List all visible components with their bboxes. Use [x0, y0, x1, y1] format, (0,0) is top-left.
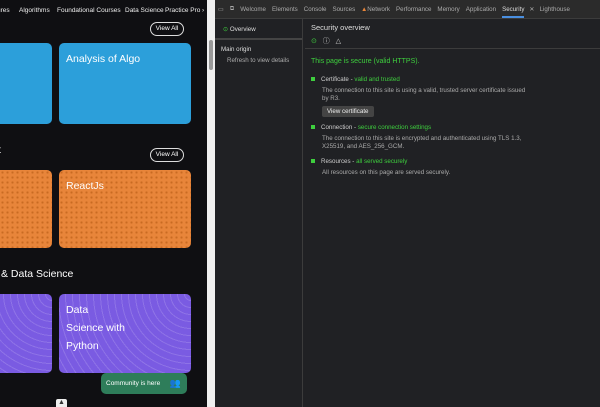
community-button[interactable]: Community is here 👥: [101, 373, 187, 394]
nav-item[interactable]: Foundational Courses: [57, 7, 121, 14]
certificate-section: Certificate - valid and trusted The conn…: [311, 76, 532, 117]
status-dot: [311, 159, 315, 163]
category-nav: ures Algorithms Foundational Courses Data S…: [0, 7, 207, 17]
tab-security[interactable]: Security: [502, 1, 525, 18]
card-title: Analysis of Algo: [66, 53, 141, 65]
course-card[interactable]: [0, 294, 52, 373]
page-scrollbar[interactable]: [207, 0, 215, 407]
filter-icons: ⊙ ⓘ △: [311, 36, 341, 46]
course-card-react[interactable]: ReactJs: [59, 170, 191, 248]
cert-label: Certificate -: [321, 76, 355, 83]
tab-welcome[interactable]: Welcome: [240, 6, 266, 13]
nav-item[interactable]: Practice Pro: [165, 7, 200, 14]
refresh-hint: Refresh to view details: [227, 57, 290, 64]
res-label: Resources -: [321, 158, 357, 165]
cert-status: valid and trusted: [354, 76, 400, 83]
view-all-button[interactable]: View All: [150, 148, 184, 162]
section-heading: t: [0, 144, 1, 156]
close-tab-icon[interactable]: ✕: [529, 6, 534, 13]
conn-status: secure connection settings: [357, 124, 432, 131]
course-card-algo[interactable]: Analysis of Algo: [59, 43, 191, 124]
page-title: Security overview: [311, 23, 370, 32]
tab-memory[interactable]: Memory: [437, 6, 459, 13]
scroll-top-button[interactable]: ▲: [56, 399, 67, 407]
scrollbar-thumb[interactable]: [209, 40, 213, 70]
community-label: Community is here: [106, 380, 161, 387]
tab-performance[interactable]: Performance: [396, 6, 431, 13]
main-origin-heading: Main origin: [221, 46, 252, 53]
security-sidebar: ⊙ Overview Main origin Refresh to view d…: [215, 19, 303, 407]
res-status: all served securely: [356, 158, 408, 165]
info-icon[interactable]: ⓘ: [323, 38, 330, 45]
status-dot: [311, 125, 315, 129]
devtools-panel: ▭ ⧉ Welcome Elements Console Sources ▲Net…: [215, 0, 600, 407]
lock-icon: ⊙: [223, 26, 229, 33]
conn-description: The connection to this site is encrypted…: [322, 135, 522, 150]
tab-sources[interactable]: Sources: [332, 6, 355, 13]
nav-item[interactable]: Algorithms: [19, 7, 50, 14]
warning-filter-icon[interactable]: △: [336, 38, 341, 45]
tab-network[interactable]: ▲Network: [361, 6, 390, 13]
lock-filter-icon[interactable]: ⊙: [311, 38, 317, 45]
view-certificate-button[interactable]: View certificate: [322, 106, 374, 117]
overview-label: Overview: [229, 26, 256, 33]
secure-message: This page is secure (valid HTTPS).: [311, 58, 420, 65]
card-title: Data Science with Python: [66, 304, 125, 352]
sidebar-overview[interactable]: ⊙ Overview: [215, 19, 302, 40]
cert-description: The connection to this site is using a v…: [322, 87, 526, 102]
course-card-data-science[interactable]: Data Science with Python: [59, 294, 191, 373]
nav-item[interactable]: Data Science: [125, 7, 164, 14]
chevron-right-icon[interactable]: ›: [202, 7, 204, 14]
nav-item[interactable]: ures: [0, 7, 10, 14]
card-title: ReactJs: [66, 180, 104, 192]
device-toolbar-icon[interactable]: ▭: [218, 6, 224, 13]
people-icon: 👥: [169, 378, 181, 388]
res-description: All resources on this page are served se…: [322, 169, 451, 176]
status-dot: [311, 77, 315, 81]
connection-section: Connection - secure connection settings …: [311, 124, 532, 151]
tab-elements[interactable]: Elements: [272, 6, 298, 13]
security-main: Security overview ⊙ ⓘ △ This page is sec…: [305, 19, 600, 407]
tab-application[interactable]: Application: [466, 6, 496, 13]
tab-console[interactable]: Console: [304, 6, 327, 13]
inspect-icon[interactable]: ⧉: [230, 5, 234, 13]
devtools-tabbar: ▭ ⧉ Welcome Elements Console Sources ▲Net…: [215, 0, 600, 19]
tab-label: Network: [367, 5, 390, 13]
conn-label: Connection -: [321, 124, 358, 131]
resources-section: Resources - all served securely All reso…: [311, 158, 532, 177]
view-all-button[interactable]: View All: [150, 22, 184, 36]
tab-lighthouse[interactable]: Lighthouse: [540, 6, 570, 13]
section-heading: & Data Science: [1, 268, 74, 280]
course-card[interactable]: [0, 43, 52, 124]
webpage: ures Algorithms Foundational Courses Data S…: [0, 0, 207, 407]
course-card[interactable]: [0, 170, 52, 248]
